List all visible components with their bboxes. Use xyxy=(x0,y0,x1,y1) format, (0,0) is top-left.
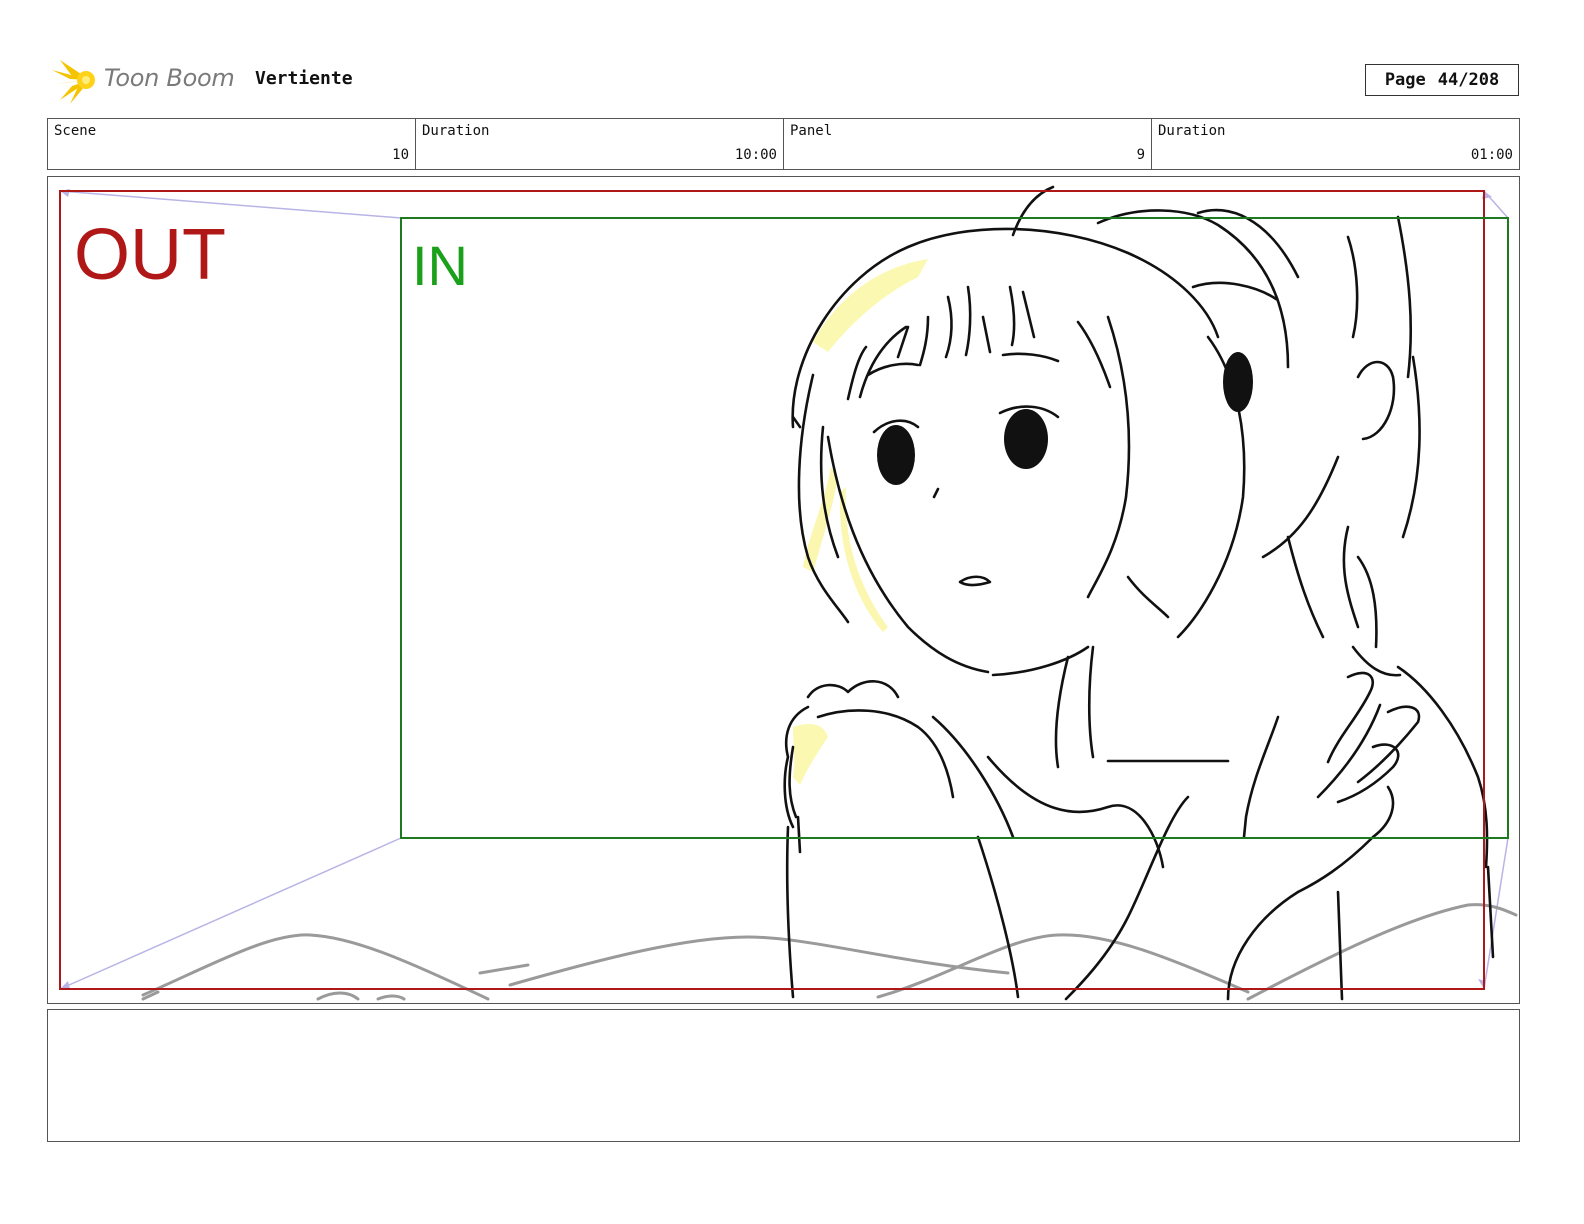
panel-duration-cell: Duration 01:00 xyxy=(1152,119,1519,169)
scene-cell: Scene 10 xyxy=(48,119,416,169)
out-frame xyxy=(59,190,1485,990)
toon-boom-star-icon xyxy=(52,60,95,104)
in-frame xyxy=(400,217,1509,839)
storyboard-panel: OUT IN xyxy=(47,176,1520,1004)
character-sketch xyxy=(783,185,1495,1001)
camera-path-arrows xyxy=(60,189,1492,989)
scene-info-table: Scene 10 Duration 10:00 Panel 9 Duration… xyxy=(47,118,1520,170)
page-label: Page xyxy=(1384,70,1426,90)
panel-label: Panel xyxy=(790,123,833,139)
scene-duration-value: 10:00 xyxy=(734,147,777,163)
scene-duration-label: Duration xyxy=(422,123,490,139)
scene-value: 10 xyxy=(392,147,409,163)
toon-boom-logo: Toon Boom xyxy=(50,54,240,106)
logo-wordmark: Toon Boom xyxy=(104,64,235,92)
panel-artwork: OUT IN xyxy=(59,185,1518,1001)
in-frame-label: IN xyxy=(412,234,468,297)
scene-label: Scene xyxy=(54,123,97,139)
page-indicator: Page 44/208 xyxy=(1365,64,1519,96)
page-number: 44/208 xyxy=(1437,70,1500,90)
panel-notes-area xyxy=(47,1009,1520,1142)
panel-value: 9 xyxy=(1136,147,1145,163)
panel-duration-value: 01:00 xyxy=(1470,147,1513,163)
scene-duration-cell: Duration 10:00 xyxy=(416,119,784,169)
out-frame-label: OUT xyxy=(74,215,226,295)
camera-path-lines xyxy=(59,190,1509,990)
panel-duration-label: Duration xyxy=(1158,123,1226,139)
project-title: Vertiente xyxy=(255,68,353,89)
background-hills xyxy=(141,903,1518,1001)
panel-cell: Panel 9 xyxy=(784,119,1152,169)
